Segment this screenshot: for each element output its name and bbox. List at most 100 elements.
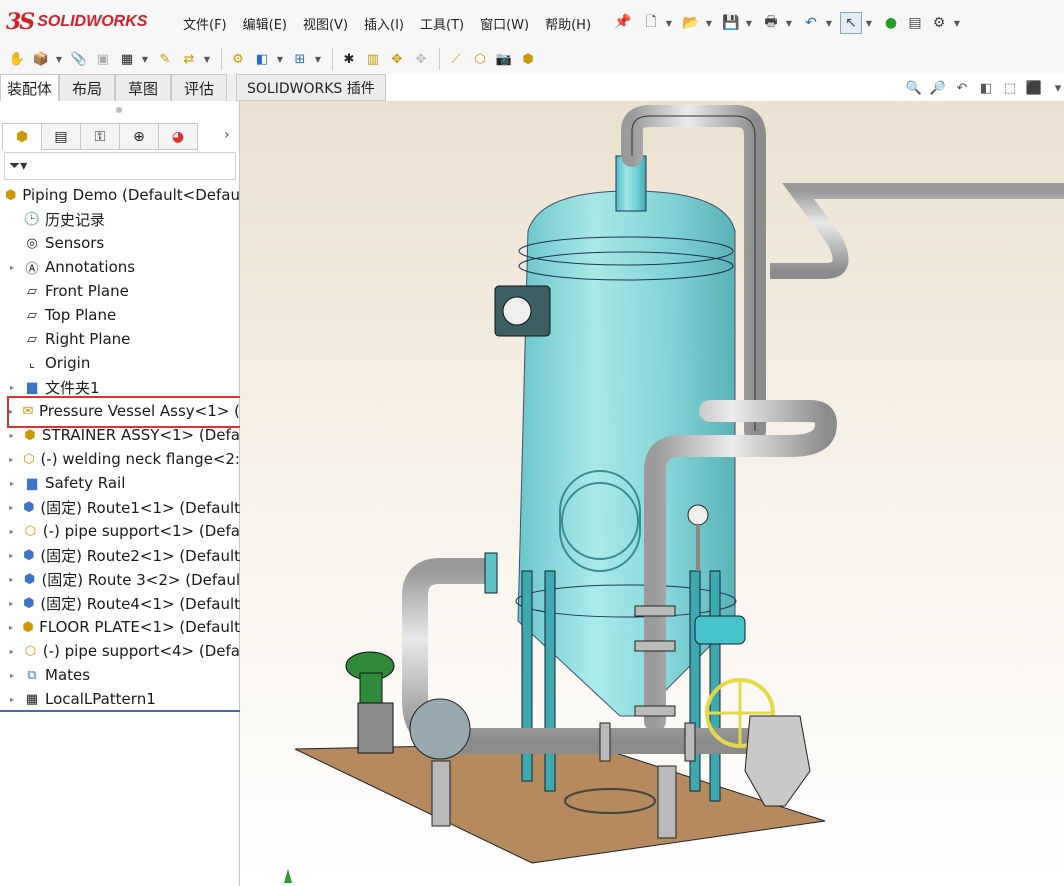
new-document-icon[interactable]: 🗋: [640, 12, 662, 34]
chevron-down-icon[interactable]: ▼: [664, 12, 674, 34]
menu-edit[interactable]: 编辑(E): [243, 14, 295, 33]
chevron-down-icon[interactable]: ▾: [1048, 78, 1064, 98]
rebuild-traffic-light-icon[interactable]: ●: [880, 12, 902, 34]
tree-item-local-pattern[interactable]: ▸ ▦ LocalLPattern1: [0, 687, 240, 711]
expand-arrow-icon[interactable]: ▸: [7, 383, 17, 392]
instant3d-icon[interactable]: ⟋: [445, 48, 467, 70]
print-icon[interactable]: 🖶: [760, 12, 782, 34]
large-assembly-icon[interactable]: ⬢: [517, 48, 539, 70]
move-component-icon[interactable]: ⇄: [178, 48, 200, 70]
chevron-down-icon[interactable]: ▼: [704, 12, 714, 34]
chevron-down-icon[interactable]: ▼: [744, 12, 754, 34]
filter-icon[interactable]: ⏷▾: [9, 158, 27, 174]
tree-item-annotations[interactable]: ▸ Ⓐ Annotations: [0, 255, 240, 279]
explode-line-sketch-icon[interactable]: ✥: [410, 48, 432, 70]
assembly-model-render[interactable]: [240, 101, 1064, 886]
tree-rollback-bar[interactable]: [0, 710, 240, 712]
tree-item-route1[interactable]: ▸ ⬢ (固定) Route1<1> (Default: [0, 495, 240, 519]
tree-item-front-plane[interactable]: ▱ Front Plane: [0, 279, 240, 303]
section-view-icon[interactable]: ◧: [976, 78, 996, 98]
tree-item-route3[interactable]: ▸ ⬢ (固定) Route 3<2> (Defaul: [0, 567, 240, 591]
expand-arrow-icon[interactable]: ▸: [7, 455, 15, 464]
chevron-down-icon[interactable]: ▼: [824, 12, 834, 34]
view-orientation-icon[interactable]: ⬚: [1000, 78, 1020, 98]
display-manager-tab-icon[interactable]: ◕: [158, 123, 198, 150]
tree-item-welding-neck-flange[interactable]: ▸ ⬡ (-) welding neck flange<2:: [0, 447, 240, 471]
menu-window[interactable]: 窗口(W): [480, 14, 537, 33]
zoom-to-fit-icon[interactable]: 🔍: [904, 78, 924, 98]
dimxpert-tab-icon[interactable]: ⊕: [119, 123, 159, 150]
property-manager-tab-icon[interactable]: ▤: [41, 123, 81, 150]
show-hidden-icon[interactable]: ⚙: [227, 48, 249, 70]
take-snapshot-icon[interactable]: 📷: [493, 48, 515, 70]
chevron-down-icon[interactable]: ▼: [313, 48, 323, 70]
chevron-down-icon[interactable]: ▼: [140, 48, 150, 70]
tree-root[interactable]: ⬢ Piping Demo (Default<Defau: [0, 183, 240, 207]
tab-evaluate[interactable]: 评估: [171, 74, 228, 101]
chevron-down-icon[interactable]: ▼: [202, 48, 212, 70]
tree-item-floor-plate[interactable]: ▸ ⬢ FLOOR PLATE<1> (Default: [0, 615, 240, 639]
tree-item-route4[interactable]: ▸ ⬢ (固定) Route4<1> (Default: [0, 591, 240, 615]
menu-tools[interactable]: 工具(T): [420, 14, 472, 33]
tree-item-origin[interactable]: ⌞ Origin: [0, 351, 240, 375]
bill-of-materials-icon[interactable]: ▥: [362, 48, 384, 70]
expand-arrow-icon[interactable]: ▸: [7, 695, 17, 704]
tree-item-mates[interactable]: ▸ ⧉ Mates: [0, 663, 240, 687]
reference-geometry-icon[interactable]: ⊞: [289, 48, 311, 70]
smart-fasteners-icon[interactable]: ✎: [154, 48, 176, 70]
component-preview-icon[interactable]: ▣: [92, 48, 114, 70]
chevron-down-icon[interactable]: ▼: [784, 12, 794, 34]
expand-arrow-icon[interactable]: ▸: [7, 527, 16, 536]
previous-view-icon[interactable]: ↶: [952, 78, 972, 98]
chevron-down-icon[interactable]: ▼: [864, 12, 874, 34]
tree-item-route2[interactable]: ▸ ⬢ (固定) Route2<1> (Default: [0, 543, 240, 567]
tab-solidworks-addins[interactable]: SOLIDWORKS 插件: [236, 74, 386, 101]
expand-arrow-icon[interactable]: ▸: [7, 503, 15, 512]
expand-arrow-icon[interactable]: ▸: [7, 671, 17, 680]
chevron-down-icon[interactable]: ▼: [275, 48, 285, 70]
tree-item-pipe-support1[interactable]: ▸ ⬡ (-) pipe support<1> (Defa: [0, 519, 240, 543]
save-icon[interactable]: 💾: [720, 12, 742, 34]
undo-icon[interactable]: ↶: [800, 12, 822, 34]
zoom-to-area-icon[interactable]: 🔎: [928, 78, 948, 98]
gear-icon[interactable]: ⚙: [928, 12, 950, 34]
linear-pattern-icon[interactable]: ▦: [116, 48, 138, 70]
solidworks-logo[interactable]: 3S SOLIDWORKS: [6, 8, 147, 36]
feature-manager-tab-icon[interactable]: ⬢: [2, 123, 42, 150]
new-motion-study-icon[interactable]: ✱: [338, 48, 360, 70]
display-style-icon[interactable]: ⬛: [1024, 78, 1044, 98]
tree-item-top-plane[interactable]: ▱ Top Plane: [0, 303, 240, 327]
chevron-down-icon[interactable]: ▼: [952, 12, 962, 34]
menu-insert[interactable]: 插入(I): [364, 14, 412, 33]
tab-assembly[interactable]: 装配体: [0, 74, 60, 101]
menu-view[interactable]: 视图(V): [303, 14, 356, 33]
tab-layout[interactable]: 布局: [59, 74, 116, 101]
expand-arrow-icon[interactable]: ▸: [7, 647, 16, 656]
assembly-features-icon[interactable]: ◧: [251, 48, 273, 70]
menu-file[interactable]: 文件(F): [183, 14, 235, 33]
chevron-down-icon[interactable]: ▼: [54, 48, 64, 70]
expand-arrow-icon[interactable]: ▸: [7, 599, 15, 608]
exploded-view-icon[interactable]: ✥: [386, 48, 408, 70]
expand-arrow-icon[interactable]: ▸: [7, 263, 17, 272]
tree-item-pipe-support4[interactable]: ▸ ⬡ (-) pipe support<4> (Defa: [0, 639, 240, 663]
tree-item-safety-rail[interactable]: ▸ ▆ Safety Rail: [0, 471, 240, 495]
update-speedpak-icon[interactable]: ⬡: [469, 48, 491, 70]
tree-filter[interactable]: ⏷▾: [4, 152, 236, 180]
menu-help[interactable]: 帮助(H): [545, 14, 599, 33]
expand-arrow-icon[interactable]: ▸: [7, 479, 17, 488]
mate-icon[interactable]: 📎: [68, 48, 90, 70]
pin-icon[interactable]: 📌: [614, 14, 631, 30]
select-pointer-icon[interactable]: ↖: [840, 12, 862, 34]
file-properties-icon[interactable]: ▤: [904, 12, 926, 34]
insert-components-icon[interactable]: 📦: [30, 48, 52, 70]
tree-item-right-plane[interactable]: ▱ Right Plane: [0, 327, 240, 351]
edit-component-icon[interactable]: ✋: [6, 48, 28, 70]
open-icon[interactable]: 📂: [680, 12, 702, 34]
tree-item-sensors[interactable]: ◎ Sensors: [0, 231, 240, 255]
tree-item-history[interactable]: 🕒 历史记录: [0, 207, 240, 231]
chevron-right-icon[interactable]: ›: [224, 127, 230, 143]
expand-arrow-icon[interactable]: ▸: [7, 623, 15, 632]
configuration-manager-tab-icon[interactable]: ⚿: [80, 123, 120, 150]
panel-splitter-handle[interactable]: [116, 107, 122, 113]
